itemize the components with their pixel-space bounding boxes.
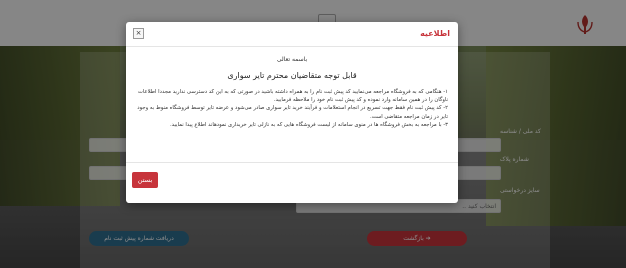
modal-headline: قابل توجه متقاضیان محترم تایر سواری [227, 71, 357, 80]
close-button[interactable]: بستن [132, 172, 158, 188]
notice-paragraph: ۲- کد پیش ثبت نام فقط جهت تسریع در انجام… [137, 105, 448, 120]
page: کد ملی / شناسه شماره پلاک سایز درخواستی … [0, 0, 626, 268]
modal-title: اطلاعیه [420, 29, 450, 38]
notice-paragraph: ۳- با مراجعه به بخش فروشگاه ها در منوی س… [170, 121, 448, 128]
modal-header: اطلاعیه × [126, 22, 458, 47]
modal-body: ۱- هنگامی که به فروشگاه مراجعه می‌نمایید… [136, 88, 448, 129]
notice-paragraph: ۱- هنگامی که به فروشگاه مراجعه می‌نمایید… [137, 89, 448, 104]
modal-bismillah: باسمه تعالی [276, 56, 308, 63]
modal-divider [126, 162, 458, 163]
close-icon[interactable]: × [133, 28, 144, 39]
notice-modal: اطلاعیه × باسمه تعالی قابل توجه متقاضیان… [126, 22, 458, 203]
